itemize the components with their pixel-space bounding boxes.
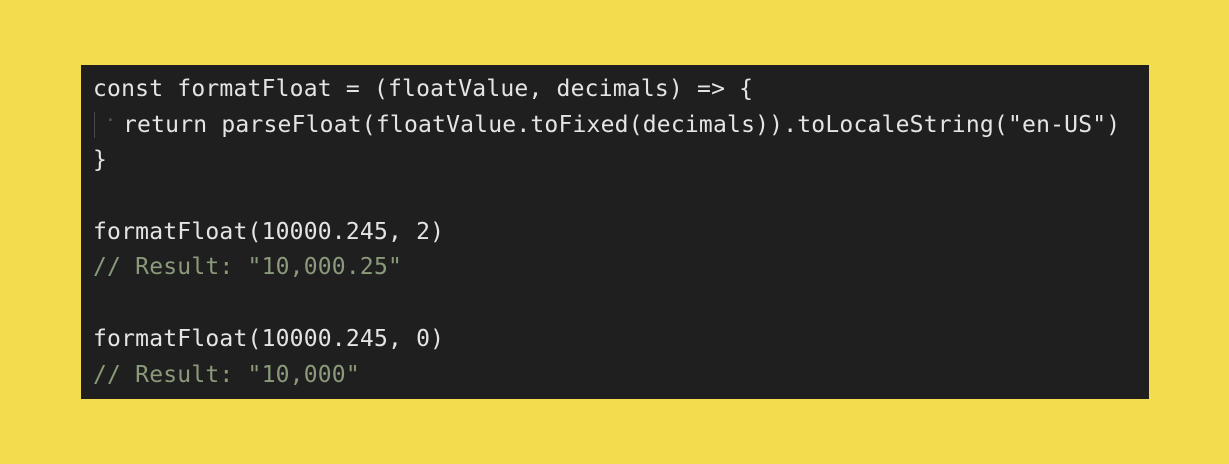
code-line-8: formatFloat(10000.245, 0) — [93, 325, 445, 352]
code-line-5: formatFloat(10000.245, 2) — [93, 218, 445, 245]
indent-guide-icon — [93, 108, 119, 139]
code-line-1: const formatFloat = (floatValue, decimal… — [93, 76, 754, 102]
code-line-3: } — [93, 147, 108, 174]
code-line-4-blank — [93, 179, 1149, 215]
code-line-2-text: return parseFloat(floatValue.toFixed(dec… — [123, 111, 1121, 138]
code-comment-2: // Result: "10,000" — [93, 361, 360, 388]
code-line-7-blank — [93, 286, 1149, 322]
code-line-2: return parseFloat(floatValue.toFixed(dec… — [93, 108, 1149, 144]
code-editor-panel: const formatFloat = (floatValue, decimal… — [81, 65, 1149, 399]
code-comment-1: // Result: "10,000.25" — [93, 254, 403, 281]
